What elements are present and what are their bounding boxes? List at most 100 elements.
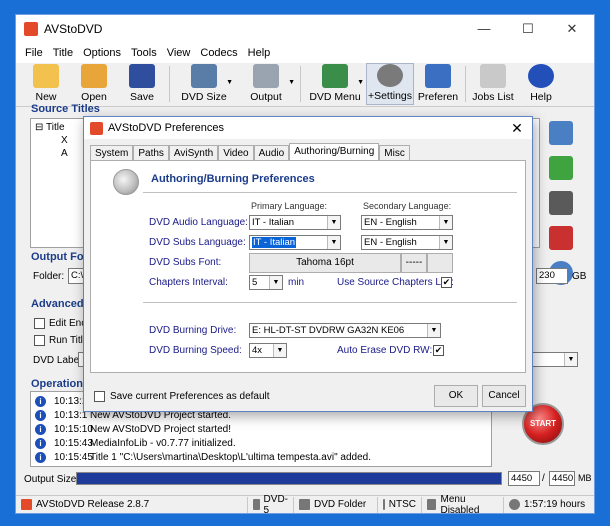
burning-speed-select[interactable]: 4x ▼	[249, 343, 287, 358]
audio-language-label: DVD Audio Language:	[149, 217, 248, 228]
help-icon	[528, 64, 554, 88]
menu-view[interactable]: View	[162, 47, 196, 59]
film-icon[interactable]	[549, 121, 573, 145]
folder-label: Folder:	[33, 271, 65, 282]
gear-icon	[377, 64, 403, 87]
burning-speed-label: DVD Burning Speed:	[149, 345, 242, 356]
dvd-size-button[interactable]: DVD Size ▼	[173, 63, 235, 105]
dropdown-arrow-icon[interactable]: ▼	[357, 79, 364, 86]
run-title-checkbox[interactable]	[34, 335, 45, 346]
dialog-title-bar: AVStoDVD Preferences ✕	[84, 117, 532, 139]
subs-font-button[interactable]: Tahoma 16pt	[249, 253, 401, 273]
move-icon[interactable]	[549, 191, 573, 215]
menu-tools[interactable]: Tools	[126, 47, 162, 59]
disc-burn-icon	[113, 169, 139, 195]
settings-button[interactable]: +Settings	[366, 63, 414, 105]
new-button[interactable]: New	[22, 63, 70, 105]
output-size-unit: MB	[578, 473, 592, 483]
menu-icon	[427, 499, 437, 510]
output-button[interactable]: Output ▼	[235, 63, 297, 105]
size-slash: /	[542, 473, 545, 484]
window-title: AVStoDVD	[44, 22, 103, 36]
close-button[interactable]: ✕	[550, 21, 594, 37]
dvd-menu-button[interactable]: DVD Menu ▼	[304, 63, 366, 105]
use-source-chapters-label: Use Source Chapters List:	[337, 277, 454, 288]
save-default-label: Save current Preferences as default	[110, 391, 270, 402]
info-icon: i	[35, 437, 46, 449]
folder-icon	[299, 499, 310, 510]
output-size-max: 4450	[549, 471, 575, 486]
chevron-down-icon: ▼	[269, 276, 282, 289]
folder-new-icon	[33, 64, 59, 88]
minimize-button[interactable]: —	[462, 21, 506, 37]
burning-drive-select[interactable]: E: HL-DT-ST DVDRW GA32N KE06 ▼	[249, 323, 441, 338]
chevron-down-icon: ▼	[439, 216, 452, 229]
jobs-list-button[interactable]: Jobs List	[469, 63, 517, 105]
list-icon	[480, 64, 506, 88]
divider	[143, 302, 517, 303]
dropdown-arrow-icon[interactable]: ▼	[226, 79, 233, 86]
cancel-button[interactable]: Cancel	[482, 385, 526, 407]
chapters-interval-unit: min	[288, 277, 305, 288]
log-row: i 10:15:45 Title 1 "C:\Users\martina\Deskt…	[31, 450, 491, 464]
status-menu: Menu Disabled	[422, 494, 504, 516]
tree-item-video[interactable]: X	[61, 135, 68, 146]
folder-open-icon	[81, 64, 107, 88]
ok-button[interactable]: OK	[434, 385, 478, 407]
chevron-down-icon: ▼	[564, 353, 577, 366]
tree-item-audio[interactable]: A	[61, 148, 68, 159]
auto-erase-checkbox[interactable]: ✔	[433, 345, 444, 356]
app-icon	[90, 121, 103, 135]
log-row: i 10:15:43 MediaInfoLib - v0.7.77 initiali…	[31, 436, 491, 450]
menu-codecs[interactable]: Codecs	[195, 47, 242, 59]
tree-item-title[interactable]: ⊟ Title	[35, 122, 65, 133]
help-button[interactable]: Help	[517, 63, 565, 105]
chapters-interval-select[interactable]: 5 ▼	[249, 275, 283, 290]
add-icon[interactable]	[549, 156, 573, 180]
status-bar: AVStoDVD Release 2.8.7 DVD-5 DVD Folder …	[16, 494, 594, 516]
output-size-bar	[76, 472, 502, 485]
subs-language-primary-select[interactable]: IT - Italian ▼	[249, 235, 341, 250]
chevron-down-icon: ▼	[439, 236, 452, 249]
subs-font-color-button[interactable]	[427, 253, 453, 273]
menu-options[interactable]: Options	[78, 47, 126, 59]
chevron-down-icon: ▼	[427, 324, 440, 337]
info-icon: i	[35, 409, 46, 421]
toolbar-separator	[169, 66, 170, 102]
menu-help[interactable]: Help	[243, 47, 276, 59]
floppy-disk-icon	[129, 64, 155, 88]
open-button[interactable]: Open	[70, 63, 118, 105]
section-title: Authoring/Burning Preferences	[151, 173, 315, 185]
output-size-field[interactable]: 4450	[508, 471, 540, 486]
use-source-chapters-checkbox[interactable]: ✔	[441, 277, 452, 288]
edit-encoding-checkbox[interactable]	[34, 318, 45, 329]
preferences-dialog: AVStoDVD Preferences ✕ System Paths AviS…	[83, 116, 533, 412]
status-output: DVD Folder	[294, 496, 378, 513]
title-bar: AVStoDVD — ☐ ✕	[16, 15, 594, 43]
menu-file[interactable]: File	[20, 47, 48, 59]
output-size-label: Output Size	[24, 474, 77, 485]
auto-erase-label: Auto Erase DVD RW:	[337, 345, 433, 356]
app-icon	[21, 499, 32, 510]
status-disc: DVD-5	[248, 494, 294, 516]
audio-language-primary-select[interactable]: IT - Italian ▼	[249, 215, 341, 230]
dropdown-arrow-icon[interactable]: ▼	[288, 79, 295, 86]
subs-language-secondary-select[interactable]: EN - English ▼	[361, 235, 453, 250]
disk-size-field[interactable]: 230	[536, 268, 568, 284]
dvd-label-dropdown[interactable]: ▼	[532, 352, 578, 367]
info-icon: i	[35, 451, 46, 463]
dvd-label-label: DVD Label:	[33, 355, 85, 366]
secondary-language-heading: Secondary Language:	[363, 201, 452, 211]
preferences-button[interactable]: Preferen	[414, 63, 462, 105]
dialog-close-button[interactable]: ✕	[502, 120, 532, 137]
save-button[interactable]: Save	[118, 63, 166, 105]
menu-title[interactable]: Title	[48, 47, 78, 59]
status-release: AVStoDVD Release 2.8.7	[16, 496, 248, 513]
save-default-checkbox[interactable]	[94, 391, 105, 402]
chevron-down-icon: ▼	[273, 344, 286, 357]
audio-language-secondary-select[interactable]: EN - English ▼	[361, 215, 453, 230]
preferences-tabs: System Paths AviSynth Video Audio Author…	[84, 139, 532, 162]
maximize-button[interactable]: ☐	[506, 21, 550, 37]
remove-icon[interactable]	[549, 226, 573, 250]
subs-font-reset-button[interactable]: -----	[401, 253, 427, 273]
